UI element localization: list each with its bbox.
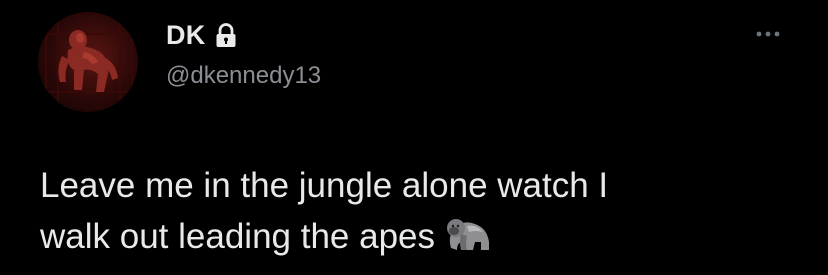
author-handle[interactable]: @dkennedy13 (166, 62, 321, 90)
tweet-text-line-2: walk out leading the apes (40, 217, 435, 256)
tweet-text-line-1: Leave me in the jungle alone watch I (40, 166, 609, 205)
author-name-row[interactable]: DK (166, 20, 238, 51)
tweet-text: Leave me in the jungle alone watch I wal… (40, 160, 800, 262)
more-horizontal-icon[interactable] (748, 22, 788, 46)
tweet-text-line-2-row: walk out leading the apes (40, 211, 800, 262)
avatar[interactable] (38, 12, 138, 112)
display-name[interactable]: DK (166, 20, 206, 51)
lock-icon (214, 22, 238, 49)
gorilla-emoji-icon (441, 212, 495, 254)
profile-photo-icon (38, 12, 138, 112)
